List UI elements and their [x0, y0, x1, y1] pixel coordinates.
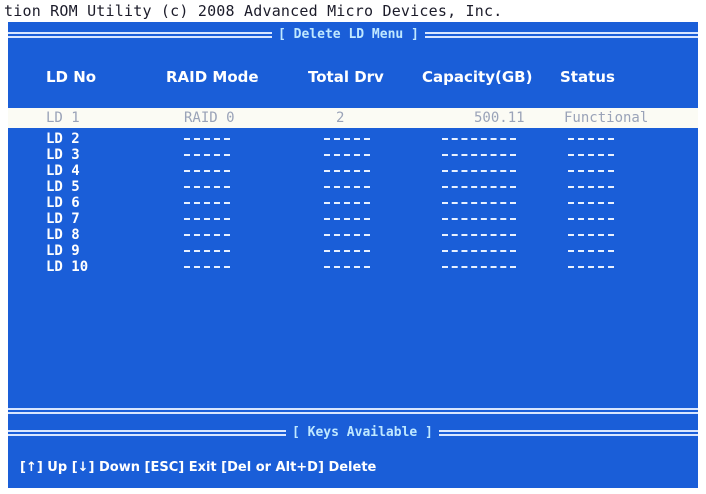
keys-help-text: [↑] Up [↓] Down [ESC] Exit [Del or Alt+D… [20, 460, 377, 475]
ld-number-cell: LD 1 [46, 110, 80, 126]
total-drv-empty [324, 266, 370, 268]
status-empty [568, 138, 614, 140]
header-total-drv: Total Drv [308, 68, 384, 86]
total-drv-empty [324, 218, 370, 220]
total-drv-empty [324, 202, 370, 204]
status-empty [568, 218, 614, 220]
status-empty [568, 234, 614, 236]
capacity-empty [442, 266, 516, 268]
header-status: Status [560, 68, 615, 86]
raid-mode-empty [184, 250, 230, 252]
capacity-cell: 500.11 [474, 110, 525, 126]
raid-mode-empty [184, 186, 230, 188]
total-drv-cell: 2 [336, 110, 345, 126]
total-drv-empty [324, 170, 370, 172]
capacity-empty [442, 154, 516, 156]
status-empty [568, 202, 614, 204]
total-drv-empty [324, 138, 370, 140]
menu-title: [ Delete LD Menu ] [272, 28, 425, 42]
header-raid-mode: RAID Mode [166, 68, 259, 86]
capacity-empty [442, 202, 516, 204]
status-empty [568, 170, 614, 172]
raid-mode-empty [184, 170, 230, 172]
total-drv-empty [324, 186, 370, 188]
raid-mode-empty [184, 154, 230, 156]
header-capacity: Capacity(GB) [422, 68, 533, 86]
ld-row[interactable]: LD 10 [8, 258, 698, 276]
raid-mode-empty [184, 138, 230, 140]
status-empty [568, 250, 614, 252]
capacity-empty [442, 218, 516, 220]
bios-screen: [ Delete LD Menu ] LD No RAID Mode Total… [8, 22, 698, 488]
raid-mode-empty [184, 266, 230, 268]
top-banner: tion ROM Utility (c) 2008 Advanced Micro… [0, 0, 706, 24]
header-ld-no: LD No [46, 68, 97, 86]
capacity-empty [442, 170, 516, 172]
capacity-empty [442, 234, 516, 236]
status-cell: Functional [564, 110, 649, 126]
raid-mode-cell: RAID 0 [184, 110, 235, 126]
ld-number-cell: LD 10 [46, 259, 89, 275]
raid-mode-empty [184, 218, 230, 220]
total-drv-empty [324, 250, 370, 252]
status-empty [568, 266, 614, 268]
utility-copyright-text: tion ROM Utility (c) 2008 Advanced Micro… [4, 2, 503, 20]
status-empty [568, 154, 614, 156]
ld-row-selected[interactable]: LD 1 RAID 0 2 500.11 Functional [8, 108, 698, 128]
keys-title: [ Keys Available ] [286, 426, 439, 440]
mid-frame-border [8, 408, 698, 414]
raid-mode-empty [184, 234, 230, 236]
raid-mode-empty [184, 202, 230, 204]
total-drv-empty [324, 154, 370, 156]
total-drv-empty [324, 234, 370, 236]
capacity-empty [442, 250, 516, 252]
capacity-empty [442, 186, 516, 188]
capacity-empty [442, 138, 516, 140]
status-empty [568, 186, 614, 188]
